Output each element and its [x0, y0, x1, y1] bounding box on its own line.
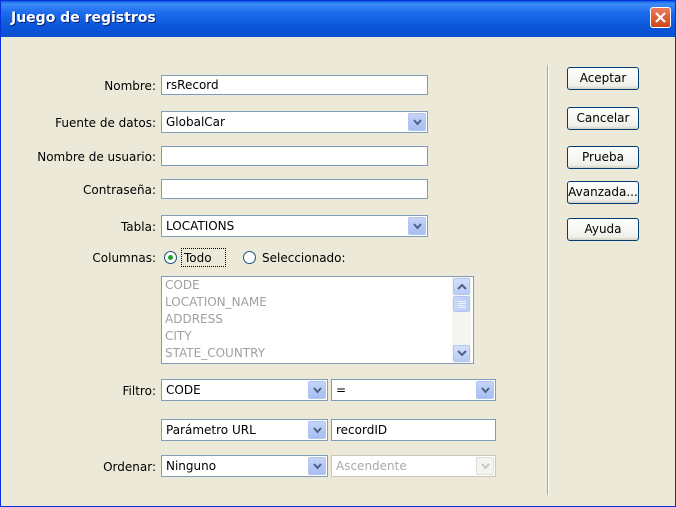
- radio-seleccionado-label[interactable]: Seleccionado:: [262, 251, 346, 265]
- tabla-label: Tabla:: [120, 220, 156, 234]
- list-item[interactable]: LOCATION_NAME: [162, 294, 473, 311]
- fuente-select[interactable]: GlobalCar: [161, 111, 428, 133]
- recordset-dialog: Juego de registros Nombre: rsRecord Fuen…: [0, 0, 676, 507]
- tabla-select[interactable]: LOCATIONS: [161, 215, 428, 237]
- filtro-column-select[interactable]: CODE: [161, 379, 328, 401]
- chevron-down-icon[interactable]: [308, 457, 326, 475]
- title-bar[interactable]: Juego de registros: [1, 1, 675, 37]
- filtro-param-type-value: Parámetro URL: [166, 423, 256, 437]
- radio-todo[interactable]: [164, 251, 177, 264]
- radio-todo-label[interactable]: Todo: [184, 251, 212, 265]
- chevron-down-icon[interactable]: [476, 381, 494, 399]
- list-item[interactable]: STATE_COUNTRY: [162, 345, 473, 362]
- contrasena-label: Contraseña:: [83, 183, 156, 197]
- filtro-label: Filtro:: [122, 384, 156, 398]
- filtro-operator-select[interactable]: =: [331, 379, 496, 401]
- filtro-param-type-select[interactable]: Parámetro URL: [161, 419, 328, 441]
- scroll-down-button[interactable]: [453, 345, 470, 362]
- filtro-column-value: CODE: [166, 383, 201, 397]
- ordenar-select[interactable]: Ninguno: [161, 455, 328, 477]
- scroll-thumb[interactable]: [453, 296, 470, 312]
- close-icon: [655, 12, 666, 23]
- chevron-down-icon[interactable]: [308, 381, 326, 399]
- window-title: Juego de registros: [11, 10, 156, 26]
- ordenar-direction-value: Ascendente: [336, 459, 407, 473]
- prueba-button[interactable]: Prueba: [567, 146, 639, 169]
- tabla-value: LOCATIONS: [166, 219, 235, 233]
- ordenar-value: Ninguno: [166, 459, 217, 473]
- columnas-label: Columnas:: [92, 251, 156, 265]
- nombre-input[interactable]: rsRecord: [161, 75, 428, 95]
- nombre-label: Nombre:: [104, 79, 156, 93]
- chevron-down-icon: [476, 457, 494, 475]
- columns-listbox[interactable]: CODE LOCATION_NAME ADDRESS CITY STATE_CO…: [161, 276, 474, 364]
- usuario-input[interactable]: [161, 146, 428, 166]
- chevron-down-icon[interactable]: [408, 217, 426, 235]
- vertical-scrollbar[interactable]: [452, 277, 471, 363]
- ordenar-direction-select: Ascendente: [331, 455, 496, 477]
- list-item[interactable]: ADDRESS: [162, 311, 473, 328]
- chevron-down-icon[interactable]: [308, 421, 326, 439]
- filtro-param-value-input[interactable]: recordID: [331, 419, 496, 441]
- list-item[interactable]: CITY: [162, 328, 473, 345]
- aceptar-button[interactable]: Aceptar: [567, 67, 639, 90]
- chevron-down-icon: [457, 350, 467, 357]
- ayuda-button[interactable]: Ayuda: [567, 218, 639, 241]
- filtro-operator-value: =: [336, 383, 347, 397]
- list-item[interactable]: CODE: [162, 277, 473, 294]
- close-button[interactable]: [650, 7, 671, 28]
- chevron-up-icon: [457, 283, 467, 290]
- ordenar-label: Ordenar:: [103, 460, 156, 474]
- fuente-value: GlobalCar: [166, 115, 225, 129]
- divider: [547, 65, 548, 495]
- avanzada-button[interactable]: Avanzada...: [567, 181, 639, 204]
- scroll-up-button[interactable]: [453, 278, 470, 295]
- radio-seleccionado[interactable]: [243, 251, 256, 264]
- contrasena-input[interactable]: [161, 179, 428, 199]
- fuente-label: Fuente de datos:: [55, 116, 156, 130]
- chevron-down-icon[interactable]: [408, 113, 426, 131]
- cancelar-button[interactable]: Cancelar: [567, 107, 639, 130]
- usuario-label: Nombre de usuario:: [37, 150, 156, 164]
